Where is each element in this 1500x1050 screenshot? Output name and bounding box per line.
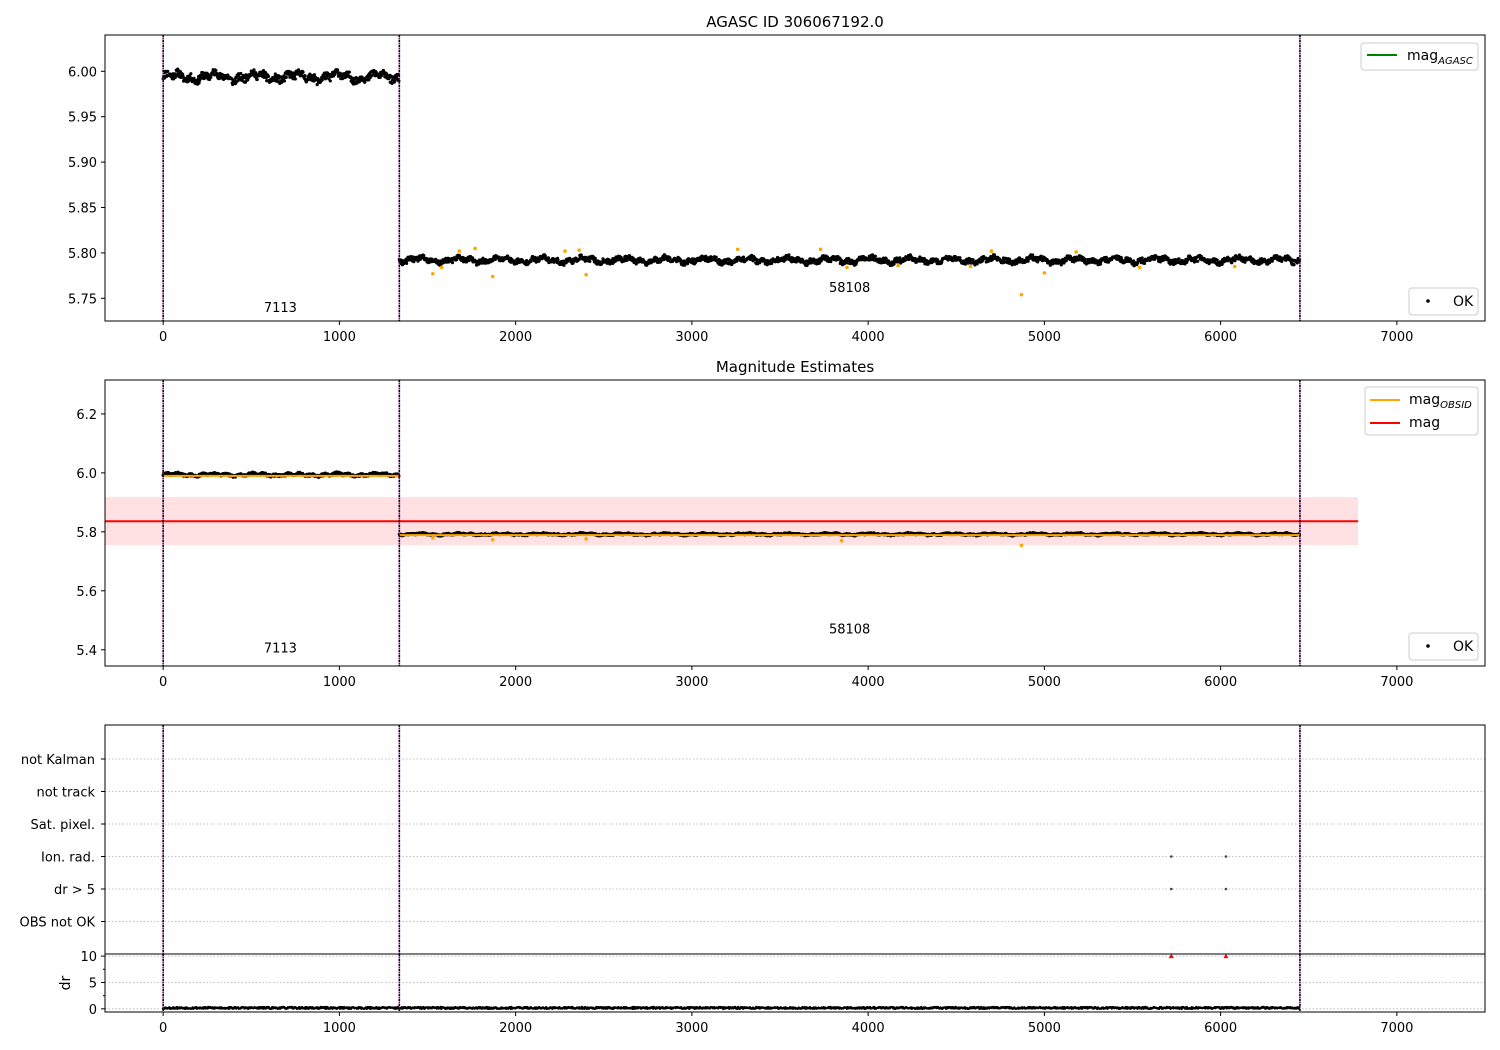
ok-data-point [1177,257,1181,261]
outlier-data-point [1019,292,1024,297]
outlier-data-point [989,249,994,253]
x-tick-label: 7000 [1380,330,1413,345]
x-tick-label: 6000 [1204,330,1237,345]
outlier-data-point [563,249,567,253]
ok-data-point [255,77,259,82]
figure: AGASC ID 306067192.0 7113 58108 0 1000 2000… [20,13,1486,1036]
ok-data-point [1292,263,1296,267]
outlier-data-point [577,248,581,252]
legend-marker [1426,299,1430,303]
ok-data-point [335,68,340,72]
y-tick-label: 5.95 [68,111,97,126]
ok-data-point [166,69,170,73]
ok-data-point [787,253,791,257]
legend-label: OK [1453,294,1474,310]
ok-data-point [284,75,288,79]
outlier-data-point [968,264,973,269]
ok-data-point [1140,256,1144,260]
legend-markers: OK [1408,287,1479,316]
outlier-data-point [735,247,740,252]
ok-data-point [588,259,592,263]
outlier-data-point [1074,250,1078,254]
ok-data-point [1083,258,1087,262]
ok-data-point [958,256,962,260]
y-tick-label: 6.00 [68,65,97,80]
ok-data-point [405,261,409,265]
ok-data-point [173,75,178,79]
outlier-data-point [584,272,588,277]
x-tick-label: 3000 [675,330,708,345]
ok-data-point [1196,259,1200,263]
outlier-data-point [1042,271,1047,275]
ok-data-point [303,74,307,78]
outlier-data-point [845,265,849,270]
ok-data-point [873,254,877,258]
x-tick-label: 5000 [1028,330,1061,345]
x-tick-label: 4000 [852,330,885,345]
legend-lines: magAGASC [1360,42,1479,71]
ok-data-point [293,77,297,81]
x-tick-label: 1000 [323,330,356,345]
ok-data-point [1031,253,1035,257]
panel-title: Magnitude Estimates [716,358,874,376]
ok-data-point [328,79,332,83]
ok-data-point [1230,261,1234,265]
outlier-data-point [490,274,495,279]
ok-data-point [393,79,397,83]
agasc-magnitude-panel: AGASC ID 306067192.0 7113 58108 0 1000 2000… [68,13,1486,345]
outlier-data-point [818,247,823,252]
ok-data-point [214,68,218,73]
outlier-data-point [1137,265,1142,270]
x-tick-label: 2000 [499,330,532,345]
ok-data-point [301,70,305,74]
magnitude-estimates-panel: Magnitude Estimates 711358108 0 1000 2000 3… [76,358,1486,690]
ok-data-point [347,70,351,74]
ok-data-point [450,261,455,265]
obsid-label: 7113 [264,301,297,316]
ok-data-point [1059,263,1063,267]
obsid-label: 58108 [829,281,870,296]
panel-title: AGASC ID 306067192.0 [706,13,884,31]
y-tick-label: 5.85 [68,202,97,217]
outlier-data-point [473,246,477,251]
outlier-data-point [431,271,435,276]
ok-data-point [244,73,248,77]
outlier-data-point [457,249,462,253]
outlier-data-point [1232,264,1237,269]
y-tick-label: 5.90 [68,156,97,171]
outlier-data-point [439,265,444,270]
x-tick-label: 0 [159,330,167,345]
ok-data-point [282,79,287,83]
y-tick-label: 5.75 [68,292,97,307]
ok-data-point [189,72,193,76]
ok-data-point [266,74,271,79]
ok-data-point [714,255,718,259]
outlier-data-point [896,263,900,268]
ok-data-point [1215,258,1219,262]
y-tick-label: 5.80 [68,247,97,262]
